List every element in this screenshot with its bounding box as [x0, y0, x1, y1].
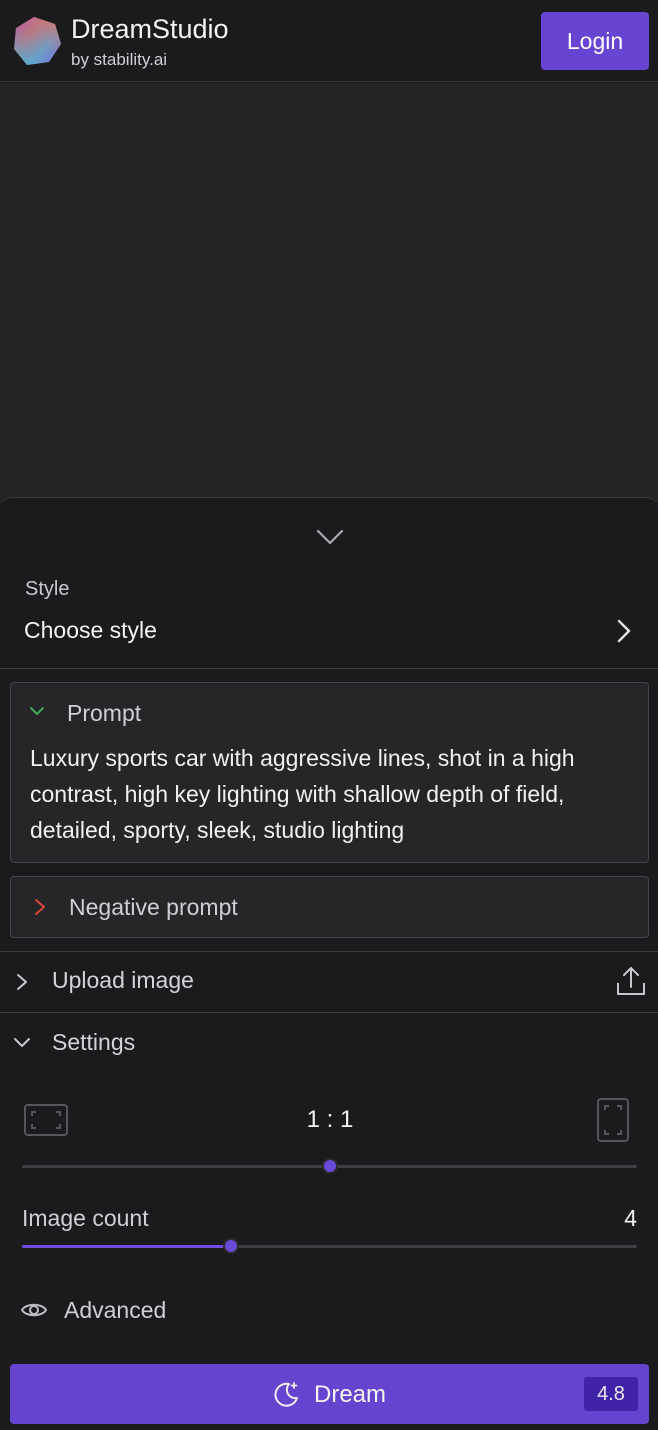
brand-subtitle: by stability.ai: [71, 50, 168, 69]
prompt-section: Prompt Luxury sports car with aggressive…: [10, 682, 649, 863]
image-count-label: Image count: [22, 1205, 149, 1231]
upload-icon[interactable]: [616, 965, 646, 997]
divider: [0, 951, 658, 952]
chevron-down-icon[interactable]: [316, 528, 344, 546]
divider: [0, 1012, 658, 1013]
chevron-right-icon[interactable]: [615, 619, 633, 643]
image-count-value: 4: [624, 1205, 637, 1231]
advanced-toggle[interactable]: Advanced: [64, 1297, 166, 1324]
negative-prompt-section[interactable]: Negative prompt: [10, 876, 649, 938]
settings-toggle[interactable]: Settings: [52, 1029, 135, 1056]
app-header: DreamStudio by stability.ai Login: [0, 0, 658, 82]
moon-stars-icon: [274, 1382, 298, 1407]
prompt-input[interactable]: Luxury sports car with aggressive lines,…: [30, 740, 640, 848]
chevron-down-icon[interactable]: [29, 703, 45, 719]
portrait-ratio-icon[interactable]: [597, 1098, 629, 1142]
brand-name: DreamStudio: [71, 14, 229, 44]
chevron-right-icon[interactable]: [15, 972, 29, 992]
divider: [0, 668, 658, 669]
upload-image-toggle[interactable]: Upload image: [52, 967, 194, 994]
hexagon-gradient-logo: [14, 17, 61, 65]
generation-panel: Style Choose style Prompt Luxury sports …: [0, 497, 658, 1430]
aspect-ratio-value: 1 : 1: [306, 1106, 354, 1133]
image-canvas: [0, 83, 658, 503]
chevron-down-icon[interactable]: [12, 1036, 32, 1050]
aspect-ratio-slider-thumb[interactable]: [321, 1158, 338, 1174]
style-label: Style: [25, 578, 70, 600]
credit-cost-badge: 4.8: [584, 1377, 638, 1411]
image-count-slider-fill: [22, 1245, 232, 1248]
dream-button[interactable]: Dream 4.8: [10, 1364, 649, 1424]
negative-prompt-title[interactable]: Negative prompt: [69, 894, 238, 921]
prompt-title[interactable]: Prompt: [67, 700, 141, 727]
eye-icon[interactable]: [20, 1300, 48, 1320]
landscape-ratio-icon[interactable]: [24, 1104, 68, 1136]
dream-button-label: Dream: [314, 1381, 387, 1408]
chevron-right-icon[interactable]: [33, 897, 47, 917]
login-button[interactable]: Login: [541, 12, 649, 70]
choose-style-button[interactable]: Choose style: [24, 617, 157, 644]
image-count-slider-thumb[interactable]: [223, 1238, 240, 1254]
